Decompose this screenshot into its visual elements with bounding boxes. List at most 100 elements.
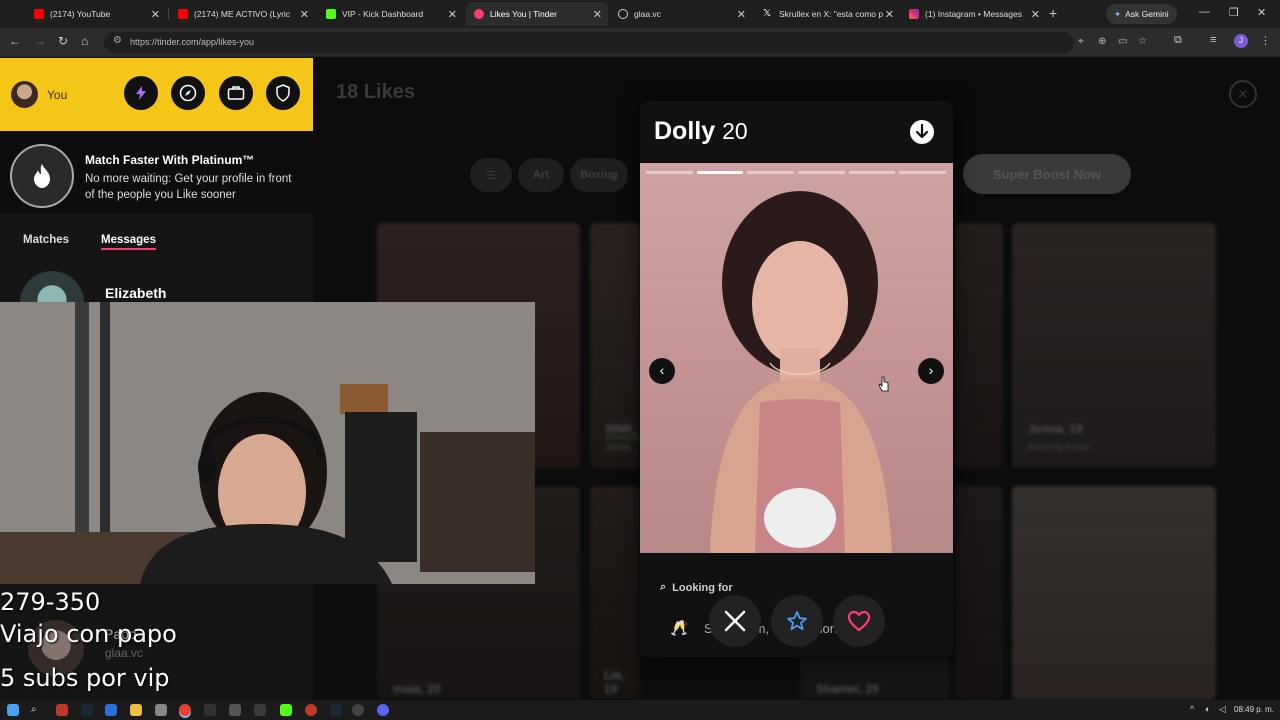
tab-instagram[interactable]: (1) Instagram • Messages ✕: [901, 2, 1046, 26]
search-icon: ⌕: [660, 581, 667, 593]
browser-tab-strip: (2174) YouTube ✕ (2174) ME ACTIVO (Lyric…: [0, 0, 1280, 28]
tab-music[interactable]: (2174) ME ACTIVO (Lyric ✕: [170, 2, 315, 26]
globe-icon: [618, 9, 628, 19]
tab-youtube[interactable]: (2174) YouTube ✕: [26, 2, 166, 26]
tab-kick[interactable]: VIP - Kick Dashboard ✕: [318, 2, 463, 26]
boost-button[interactable]: [124, 76, 158, 110]
looking-for-label: Looking for: [672, 581, 733, 594]
location-pin-icon[interactable]: ⌖: [1078, 36, 1084, 47]
media-icon[interactable]: ≡: [1210, 34, 1216, 46]
ask-gemini-label: Ask Gemini: [1125, 9, 1169, 19]
close-icon[interactable]: ✕: [151, 8, 160, 21]
profile-first-name: Dolly: [654, 117, 716, 145]
like-card[interactable]: Shamei, 29: [800, 658, 950, 700]
app-icon[interactable]: [105, 704, 117, 716]
search-icon[interactable]: ⌕: [31, 704, 43, 716]
sidebar-tabs: Matches Messages: [0, 214, 313, 254]
app-icon[interactable]: [56, 704, 68, 716]
profile-photo[interactable]: ‹ ›: [640, 163, 953, 553]
star-icon: [787, 611, 807, 631]
app-icon[interactable]: [254, 704, 266, 716]
zoom-icon[interactable]: ⊕: [1098, 36, 1106, 47]
webcam-overlay: [0, 302, 535, 584]
close-icon[interactable]: ✕: [448, 8, 457, 21]
message-sender-name: Elizabeth: [105, 285, 167, 301]
profile-avatar[interactable]: J: [1234, 34, 1248, 48]
sliders-icon: ☰: [486, 169, 496, 182]
cast-icon[interactable]: ▭: [1118, 36, 1127, 47]
discord-icon[interactable]: [377, 704, 389, 716]
ask-gemini-button[interactable]: ✦ Ask Gemini: [1106, 4, 1177, 24]
tab-tinder[interactable]: Likes You | Tinder ✕: [466, 2, 608, 26]
like-card[interactable]: Lia, 19: [590, 486, 640, 700]
close-icon[interactable]: ✕: [885, 8, 894, 21]
lightning-icon: [136, 86, 146, 100]
kick-icon[interactable]: [280, 704, 292, 716]
profile-card: Dolly 20 ‹ › ⌕ Looking for 🥂 Short-term,…: [640, 101, 953, 657]
like-card[interactable]: [955, 223, 1003, 468]
volume-icon[interactable]: ◁: [1219, 704, 1226, 715]
close-icon[interactable]: ✕: [1031, 8, 1040, 21]
chevron-up-icon[interactable]: ^: [1190, 704, 1194, 714]
reload-icon[interactable]: ↻: [58, 34, 68, 48]
clock[interactable]: 08:49 p. m.: [1234, 705, 1274, 714]
youtube-icon: [178, 9, 188, 19]
filter-settings-button[interactable]: ☰: [470, 158, 512, 192]
card-name: maia, 20: [393, 682, 441, 696]
safety-button[interactable]: [266, 76, 300, 110]
url-text[interactable]: https://tinder.com/app/likes-you: [130, 37, 254, 47]
platinum-promo[interactable]: Match Faster With Platinum™ No more wait…: [0, 131, 313, 214]
new-tab-button[interactable]: +: [1049, 5, 1057, 21]
tinder-flame-icon: [474, 9, 484, 19]
network-icon[interactable]: ◐: [1205, 704, 1210, 714]
close-icon[interactable]: ✕: [300, 8, 309, 21]
super-like-button[interactable]: [771, 595, 823, 647]
minimize-icon[interactable]: —: [1199, 6, 1210, 18]
filter-pill[interactable]: Art: [518, 158, 564, 192]
like-card[interactable]: [1012, 486, 1216, 700]
home-icon[interactable]: ⌂: [81, 34, 88, 48]
address-bar[interactable]: ⚙ https://tinder.com/app/likes-you ⌖ ⊕ ▭…: [104, 32, 1147, 53]
tab-title: glaa.vc: [634, 9, 661, 19]
user-label[interactable]: You: [47, 88, 67, 102]
close-icon[interactable]: ✕: [593, 8, 602, 21]
extensions-icon[interactable]: ⧉: [1174, 34, 1182, 47]
bookmark-star-icon[interactable]: ☆: [1138, 36, 1147, 47]
steam-icon[interactable]: [81, 704, 93, 716]
forward-arrow-icon[interactable]: →: [34, 34, 46, 48]
nope-button[interactable]: [709, 595, 761, 647]
close-icon[interactable]: ✕: [737, 8, 746, 21]
restore-icon[interactable]: ❐: [1229, 6, 1239, 19]
app-icon[interactable]: [352, 704, 364, 716]
close-icon[interactable]: ✕: [1229, 80, 1257, 108]
previous-photo-button[interactable]: ‹: [649, 358, 675, 384]
collapse-profile-button[interactable]: [909, 119, 935, 150]
avatar[interactable]: [11, 81, 38, 108]
menu-kebab-icon[interactable]: ⋮: [1260, 34, 1271, 47]
tab-matches[interactable]: Matches: [23, 234, 69, 246]
windows-start-icon[interactable]: [7, 704, 19, 716]
next-photo-button[interactable]: ›: [918, 358, 944, 384]
app-icon[interactable]: [305, 704, 317, 716]
compass-icon: [179, 84, 197, 102]
like-card[interactable]: Jenna, 19 Recently Active: [1012, 223, 1216, 468]
like-card[interactable]: [955, 486, 1003, 700]
tab-x[interactable]: 𝕏 Skrullex en X: "esta como p ✕: [755, 2, 900, 26]
chrome-icon[interactable]: [179, 704, 191, 716]
tab-messages[interactable]: Messages: [101, 234, 156, 250]
like-card[interactable]: RNR, Recently Active: [590, 223, 640, 468]
super-boost-button[interactable]: Super Boost Now: [963, 154, 1131, 194]
close-window-icon[interactable]: ✕: [1257, 6, 1266, 19]
steam-icon[interactable]: [330, 704, 342, 716]
app-icon[interactable]: [229, 704, 241, 716]
explore-button[interactable]: [171, 76, 205, 110]
filter-pill[interactable]: Boxing: [570, 158, 628, 192]
app-icon[interactable]: [155, 704, 167, 716]
tab-glaa[interactable]: glaa.vc ✕: [610, 2, 752, 26]
like-button[interactable]: [833, 595, 885, 647]
site-info-icon[interactable]: ⚙: [113, 35, 122, 46]
back-arrow-icon[interactable]: ←: [9, 34, 21, 48]
work-button[interactable]: [219, 76, 253, 110]
obs-icon[interactable]: [204, 704, 216, 716]
folder-icon[interactable]: [130, 704, 142, 716]
